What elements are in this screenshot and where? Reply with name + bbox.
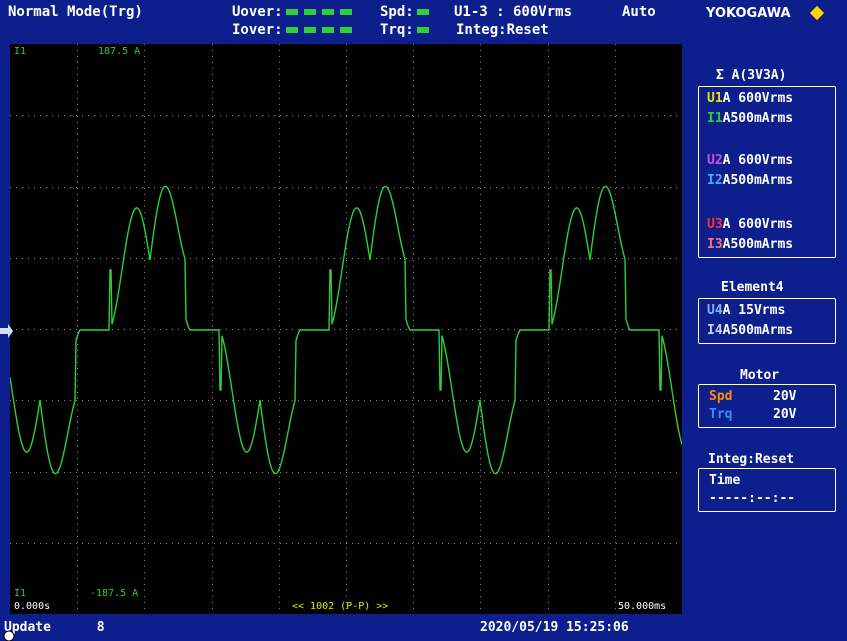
- trq-indicator: Trq:: [380, 22, 432, 38]
- u1-range: U1A 600Vrms: [707, 91, 793, 106]
- waveform-svg: [10, 44, 682, 614]
- uover-led-4: [339, 9, 352, 15]
- u2-range-text: A 600Vrms: [722, 153, 794, 168]
- i2-range-text: A500mArms: [722, 173, 794, 188]
- i3-range: I3A500mArms: [707, 237, 793, 252]
- spd-indicator: Spd:: [380, 4, 432, 20]
- i4-range: I4A500mArms: [707, 323, 793, 338]
- iover-indicator: Iover:: [232, 22, 355, 38]
- diamond-icon: [809, 5, 825, 21]
- uover-label: Uover:: [232, 4, 283, 20]
- scale-bottom-value: -187.5 A: [90, 588, 139, 599]
- u2-channel: U2: [707, 153, 723, 168]
- time-end-label: 50.000ms: [618, 601, 667, 612]
- points-label: << 1002 (P-P) >>: [292, 601, 389, 612]
- trigger-marker-icon: [0, 324, 13, 338]
- i3-range-text: A500mArms: [722, 237, 794, 252]
- trq-row-value: 20V: [773, 407, 797, 422]
- integ-panel[interactable]: Time -----:--:--: [698, 468, 836, 512]
- u3-channel: U3: [707, 217, 723, 232]
- u4-range: U4A 15Vrms: [707, 303, 785, 318]
- iover-led-2: [303, 27, 316, 33]
- update-count: 8: [96, 620, 105, 635]
- motor-title: Motor: [740, 368, 780, 383]
- u4-range-text: A 15Vrms: [722, 303, 786, 318]
- i1-channel: I1: [707, 111, 723, 126]
- mode-label: Normal Mode(Trg): [8, 4, 143, 20]
- spd-row-label: Spd: [709, 389, 733, 404]
- spd-row-value: 20V: [773, 389, 797, 404]
- iover-led-4: [339, 27, 352, 33]
- i4-channel: I4: [707, 323, 723, 338]
- i3-channel: I3: [707, 237, 723, 252]
- sigma-group-panel[interactable]: U1A 600Vrms I1A500mArms U2A 600Vrms I2A5…: [698, 86, 836, 258]
- iover-led-3: [321, 27, 334, 33]
- channel-bottom-label: I1: [14, 588, 27, 599]
- brand-logo: YOKOGAWA: [706, 6, 791, 21]
- trq-label: Trq:: [380, 22, 414, 38]
- u3-range: U3A 600Vrms: [707, 217, 793, 232]
- integ-status: Integ:Reset: [456, 22, 549, 38]
- i4-range-text: A500mArms: [722, 323, 794, 338]
- uover-led-2: [303, 9, 316, 15]
- element4-panel[interactable]: U4A 15Vrms I4A500mArms: [698, 298, 836, 344]
- waveform-display[interactable]: I1 187.5 A I1 -187.5 A 0.000s 50.000ms <…: [10, 44, 682, 614]
- datetime: 2020/05/19 15:25:06: [480, 620, 629, 635]
- scale-top-value: 187.5 A: [98, 46, 141, 57]
- time-label: Time: [709, 473, 741, 488]
- i2-channel: I2: [707, 173, 723, 188]
- sigma-group-title: Σ A(3V3A): [716, 68, 787, 83]
- uover-indicator: Uover:: [232, 4, 355, 20]
- cursor-icon: [3, 630, 15, 641]
- range-label: U1-3 : 600Vrms: [454, 4, 573, 20]
- iover-led-1: [285, 27, 298, 33]
- time-value: -----:--:--: [709, 491, 796, 506]
- u1-channel: U1: [707, 91, 723, 106]
- update-status: Update 8: [4, 620, 105, 635]
- spd-led: [416, 9, 429, 15]
- u4-channel: U4: [707, 303, 723, 318]
- uover-led-1: [285, 9, 298, 15]
- iover-label: Iover:: [232, 22, 283, 38]
- element4-title: Element4: [721, 280, 784, 295]
- time-start-label: 0.000s: [14, 601, 51, 612]
- uover-led-3: [321, 9, 334, 15]
- spd-label: Spd:: [380, 4, 414, 20]
- i1-range-text: A500mArms: [722, 111, 794, 126]
- u2-range: U2A 600Vrms: [707, 153, 793, 168]
- integ-panel-title: Integ:Reset: [708, 452, 795, 467]
- channel-top-label: I1: [14, 46, 27, 57]
- trq-row-label: Trq: [709, 407, 733, 422]
- i1-range: I1A500mArms: [707, 111, 793, 126]
- auto-label: Auto: [622, 4, 656, 20]
- i2-range: I2A500mArms: [707, 173, 793, 188]
- motor-panel[interactable]: Spd 20V Trq 20V: [698, 384, 836, 428]
- trq-led: [416, 27, 429, 33]
- u3-range-text: A 600Vrms: [722, 217, 794, 232]
- grid: [10, 44, 682, 614]
- u1-range-text: A 600Vrms: [722, 91, 794, 106]
